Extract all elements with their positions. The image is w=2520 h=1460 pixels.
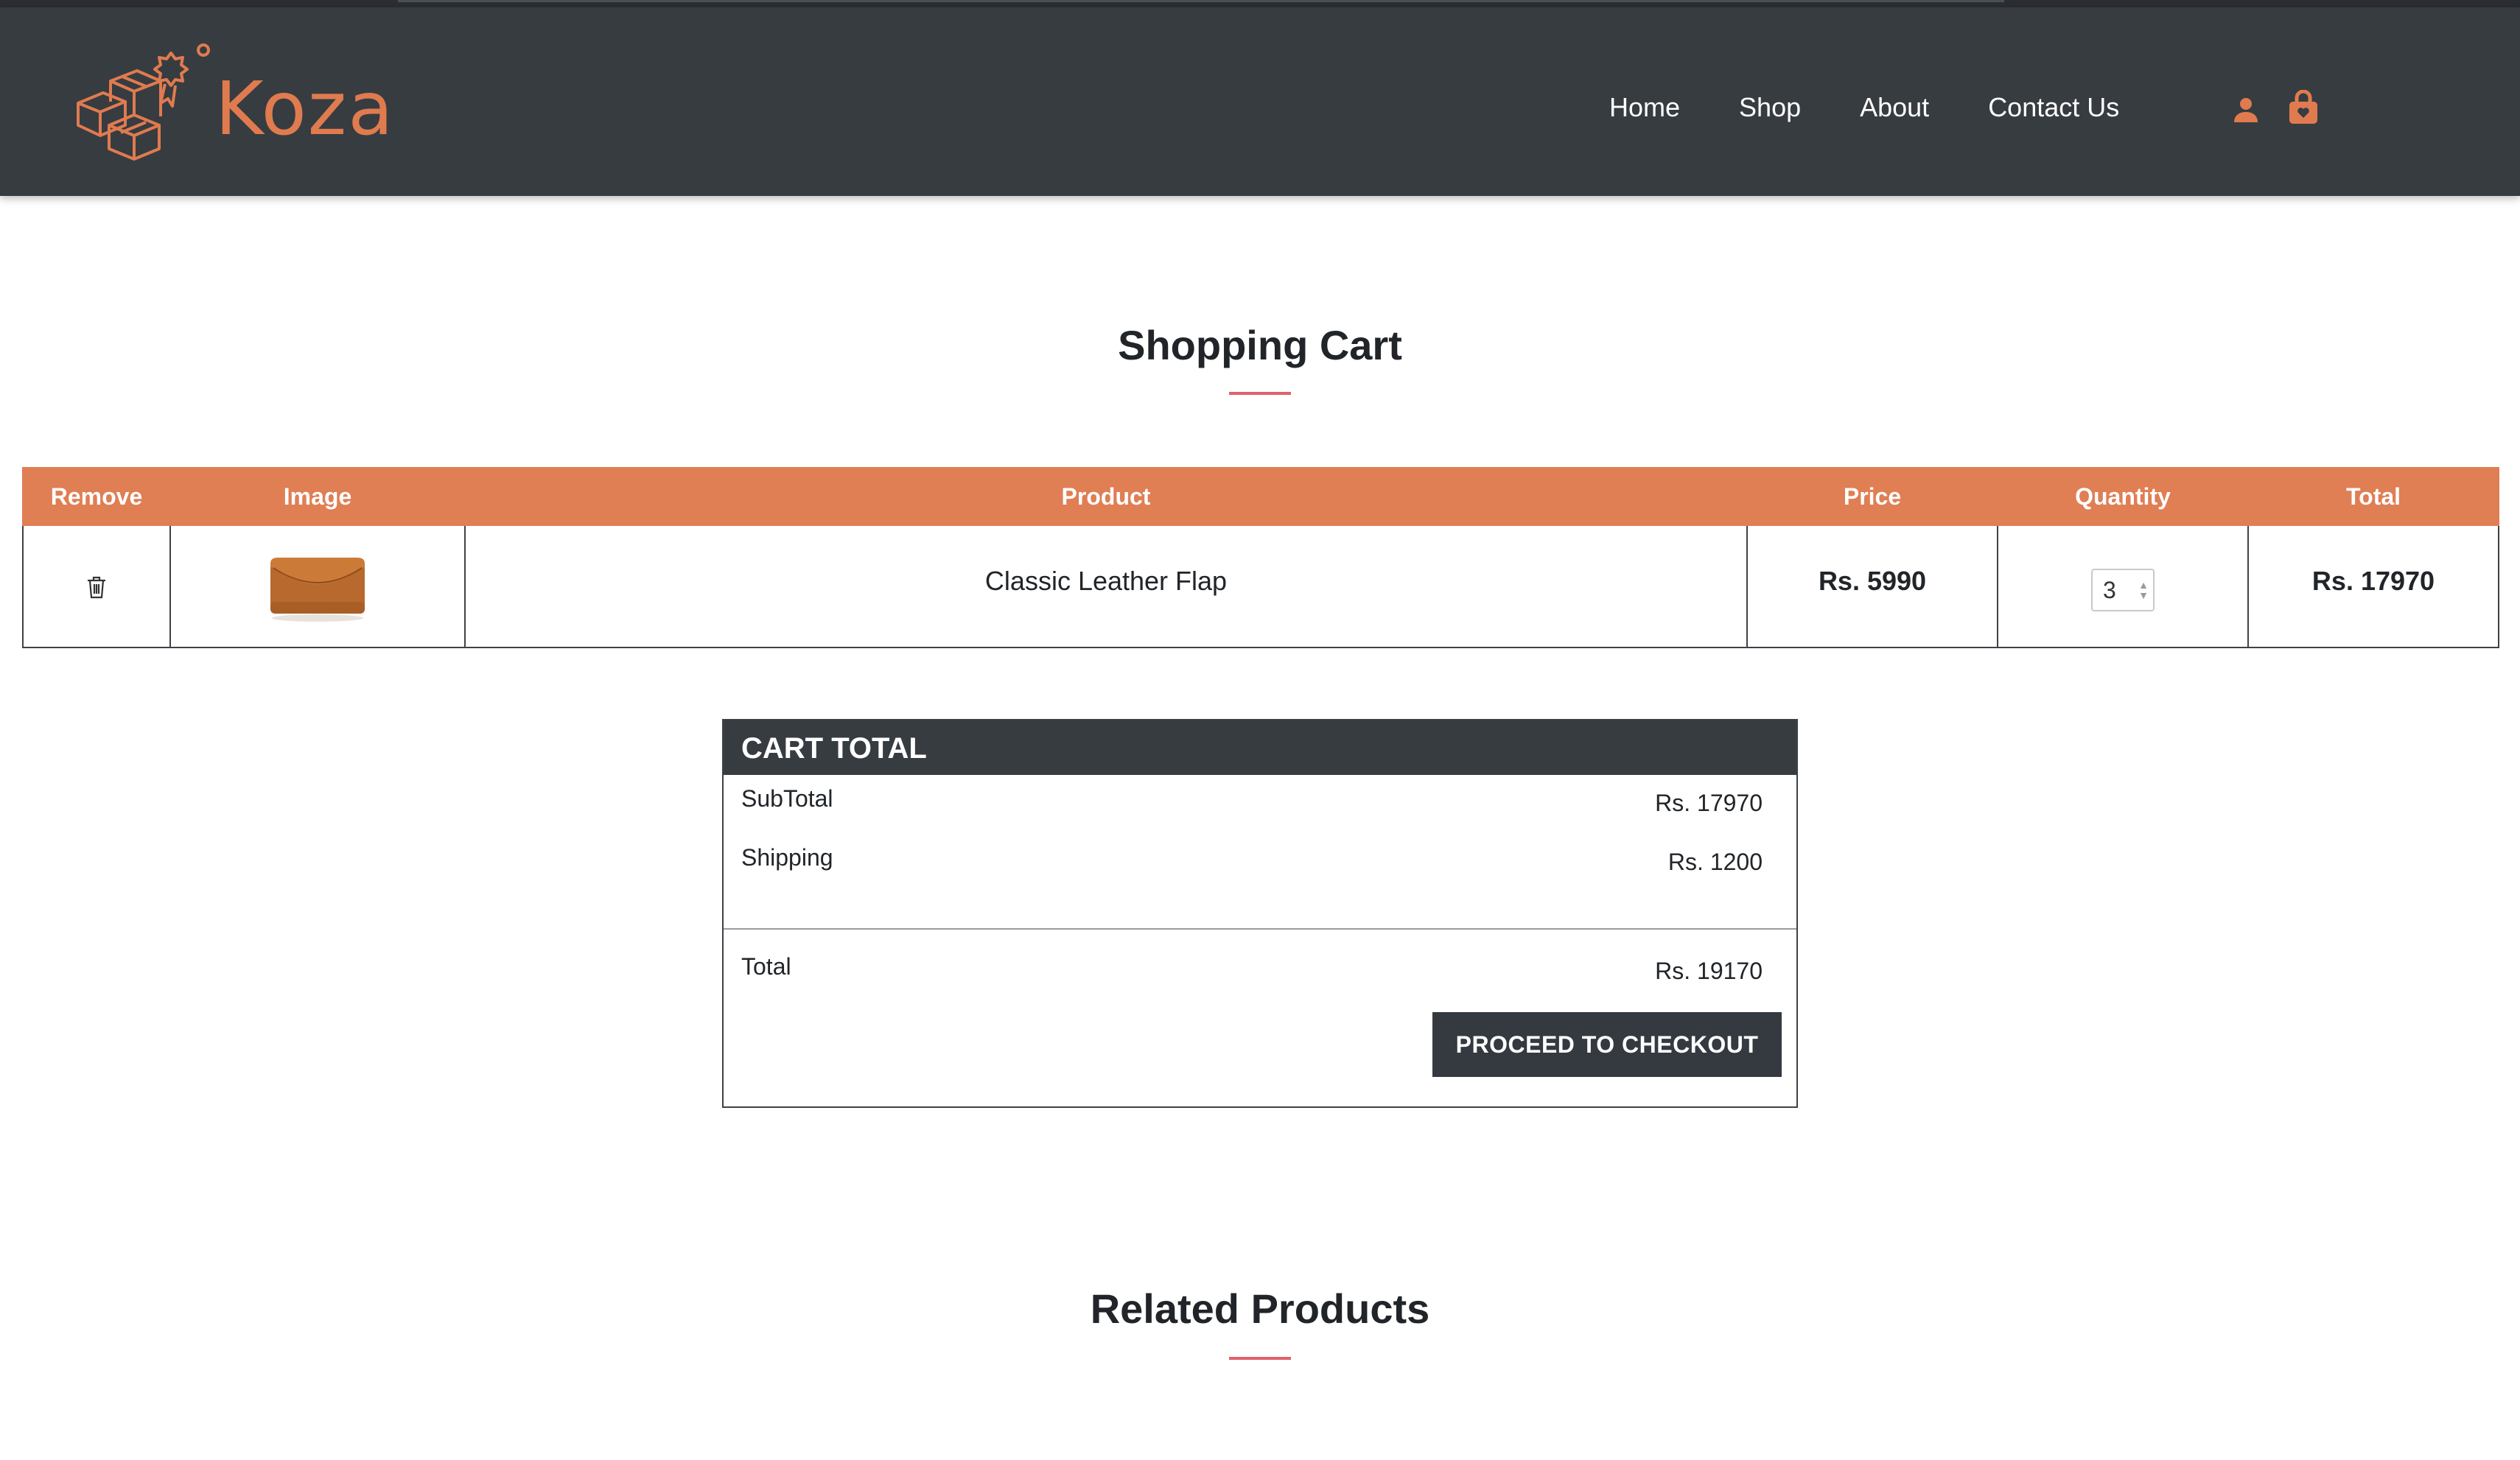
boxes-logo-icon bbox=[77, 43, 210, 161]
subtotal-value: Rs. 17970 bbox=[1655, 790, 1763, 816]
page-title: Shopping Cart bbox=[1118, 322, 1402, 368]
shopping-bag-icon[interactable] bbox=[2287, 90, 2320, 125]
column-header-quantity: Quantity bbox=[1997, 467, 2249, 526]
main-nav: Home Shop About Contact Us bbox=[1609, 87, 2119, 128]
product-image[interactable] bbox=[266, 550, 369, 624]
proceed-to-checkout-button[interactable]: PROCEED TO CHECKOUT bbox=[1432, 1012, 1782, 1077]
nav-link-contact-us[interactable]: Contact Us bbox=[1988, 92, 2119, 123]
column-header-image: Image bbox=[169, 467, 466, 526]
product-name[interactable]: Classic Leather Flap bbox=[464, 524, 1748, 648]
quantity-value: 3 bbox=[2103, 576, 2116, 603]
nav-link-home[interactable]: Home bbox=[1609, 92, 1680, 123]
cart-total-heading: CART TOTAL bbox=[724, 720, 1796, 775]
column-header-product: Product bbox=[464, 467, 1748, 526]
brand-logo[interactable]: Koza bbox=[74, 43, 413, 175]
column-header-total: Total bbox=[2247, 467, 2499, 526]
total-value: Rs. 19170 bbox=[1655, 958, 1763, 984]
cart-table-header-row: Remove Image Product Price Quantity Tota… bbox=[22, 467, 2499, 526]
cart-total-panel: CART TOTAL SubTotal Rs. 17970 Shipping R… bbox=[722, 719, 1798, 1108]
trash-icon[interactable] bbox=[83, 574, 110, 600]
brand-name: Koza bbox=[215, 66, 395, 152]
related-title-underline bbox=[1229, 1357, 1291, 1360]
stepper-arrows-icon[interactable]: ▲ ▼ bbox=[2138, 580, 2149, 600]
nav-link-about[interactable]: About bbox=[1860, 92, 1929, 123]
total-label: Total bbox=[741, 953, 791, 980]
column-header-price: Price bbox=[1746, 467, 1998, 526]
cart-table: Remove Image Product Price Quantity Tota… bbox=[22, 467, 2499, 648]
shipping-label: Shipping bbox=[741, 844, 833, 871]
table-row: Classic Leather Flap Rs. 5990 3 ▲ ▼ Rs. 1… bbox=[22, 524, 2499, 648]
related-products-title: Related Products bbox=[1090, 1285, 1430, 1332]
browser-top-edge bbox=[0, 0, 2520, 7]
quantity-stepper[interactable]: 3 ▲ ▼ bbox=[2091, 569, 2155, 611]
image-cell bbox=[169, 524, 466, 648]
user-icon[interactable] bbox=[2231, 94, 2261, 124]
nav-link-shop[interactable]: Shop bbox=[1739, 92, 1801, 123]
row-total: Rs. 17970 bbox=[2247, 524, 2499, 648]
site-header: Koza Home Shop About Contact Us bbox=[0, 7, 2520, 196]
cart-total-divider bbox=[724, 928, 1796, 930]
subtotal-label: SubTotal bbox=[741, 785, 833, 812]
shipping-value: Rs. 1200 bbox=[1667, 849, 1763, 875]
column-header-remove: Remove bbox=[22, 467, 171, 526]
quantity-cell: 3 ▲ ▼ bbox=[1997, 524, 2249, 648]
remove-cell bbox=[22, 524, 171, 648]
product-price: Rs. 5990 bbox=[1746, 524, 1998, 648]
title-underline bbox=[1229, 392, 1291, 395]
